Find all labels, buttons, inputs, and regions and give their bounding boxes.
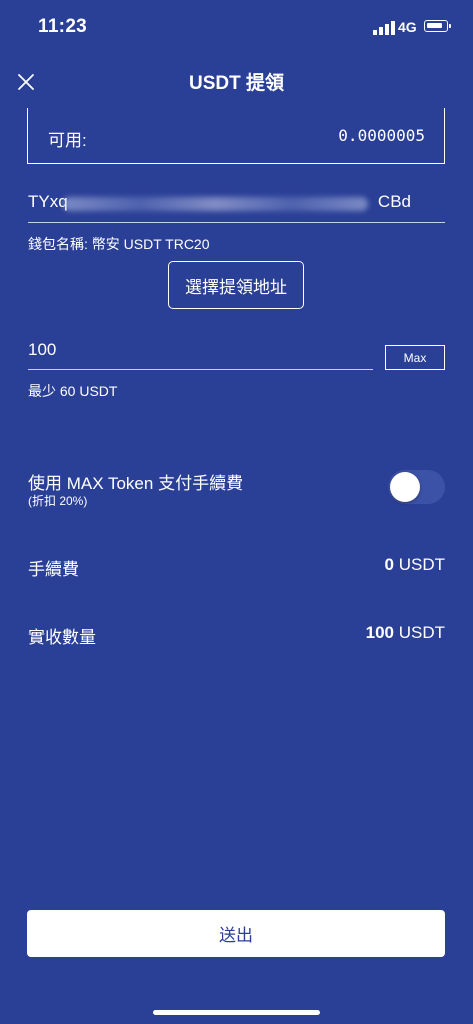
select-address-button[interactable]: 選擇提領地址 (168, 261, 304, 309)
home-indicator[interactable] (153, 1010, 320, 1015)
page-title: USDT 提領 (188, 73, 284, 94)
submit-button[interactable]: 送出 (27, 910, 445, 957)
address-start: TYxq (28, 192, 68, 211)
network-type: 4G (398, 19, 417, 35)
status-time: 11:23 (38, 16, 88, 37)
available-label: 可用: (48, 131, 87, 150)
address-redacted (63, 197, 368, 211)
battery-icon (424, 20, 451, 32)
fee-label: 手續費 (28, 560, 79, 579)
fee-value: 0 (384, 555, 394, 574)
toggle-knob (390, 472, 420, 502)
amount-input[interactable]: 100 (28, 332, 373, 370)
wallet-name: 錢包名稱: 幣安 USDT TRC20 (28, 236, 210, 252)
signal-icon (373, 21, 395, 35)
amount-value: 100 (28, 340, 57, 359)
max-token-label: 使用 MAX Token 支付手續費 (28, 474, 244, 493)
address-field[interactable]: TYxq CBd (28, 190, 445, 223)
available-value: 0.0000005 (338, 126, 425, 145)
receive-label: 實收數量 (28, 628, 96, 647)
max-token-toggle[interactable] (388, 470, 445, 504)
max-token-discount: (折扣 20%) (28, 494, 88, 508)
receive-amount: 100 USDT (300, 623, 445, 643)
max-button[interactable]: Max (385, 345, 445, 370)
receive-unit: USDT (394, 623, 445, 642)
receive-value: 100 (365, 623, 394, 642)
fee-amount: 0 USDT (300, 555, 445, 575)
close-icon[interactable] (14, 70, 38, 94)
address-end: CBd (377, 192, 411, 211)
minimum-note: 最少 60 USDT (28, 383, 118, 399)
fee-unit: USDT (394, 555, 445, 574)
